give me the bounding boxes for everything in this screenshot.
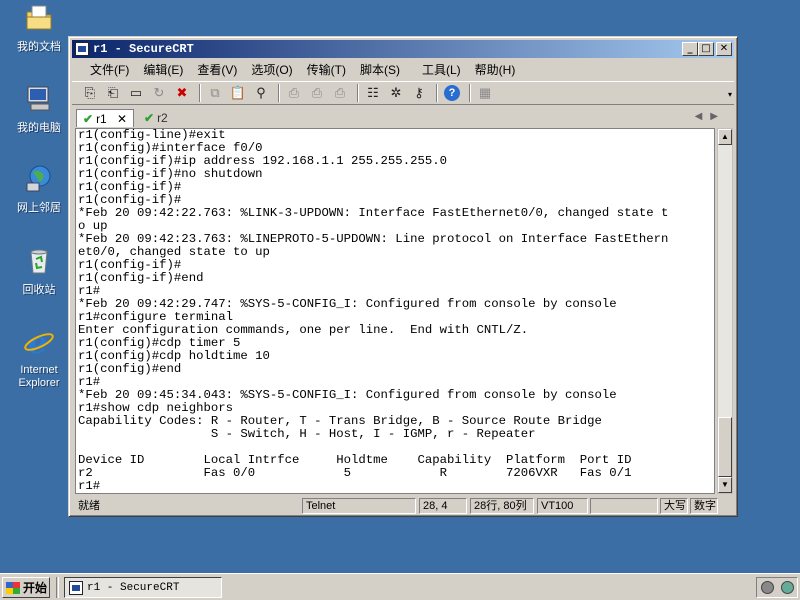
terminal-output: r1(config-line)#exit r1(config)#interface… (78, 129, 668, 493)
scroll-up-icon[interactable]: ▲ (718, 129, 732, 145)
toolbar-separator (436, 84, 438, 102)
find-icon[interactable]: ⚲ (251, 83, 271, 103)
toolbar: ⎘ ⎗ ▭ ↻ ✖ ⧉ 📋 ⚲ ⎙ ⎙ ⎙ ☷ ✲ ⚷ ? ▦ ▾ (72, 81, 734, 105)
maximize-button[interactable]: □ (698, 42, 714, 56)
tab-scroll-arrows[interactable]: ◀▶ (695, 111, 726, 122)
connected-check-icon: ✔ (83, 111, 94, 126)
title-bar[interactable]: r1 - SecureCRT _ □ ✕ (72, 40, 734, 58)
copy-icon[interactable]: ⧉ (205, 83, 225, 103)
connect-icon[interactable]: ⎘ (80, 83, 100, 103)
menu-script[interactable]: 脚本(S) (354, 61, 406, 78)
taskbar-button-label: r1 - SecureCRT (87, 581, 180, 594)
tab-r1[interactable]: ✔ r1 ✕ (76, 109, 134, 127)
tray-shield-icon[interactable] (760, 581, 774, 594)
desktop-icon-my-documents[interactable]: 我的文档 (8, 2, 70, 54)
desktop-icon-recycle-bin[interactable]: 回收站 (8, 245, 70, 297)
tab-r2[interactable]: ✔ r2 (138, 109, 174, 127)
menu-help[interactable]: 帮助(H) (469, 61, 522, 78)
terminal-scrollbar[interactable]: ▲ ▼ (717, 128, 733, 494)
status-ready: 就绪 (78, 500, 100, 512)
desktop-icon-my-computer[interactable]: 我的电脑 (8, 83, 70, 135)
status-cursor-position: 28, 4 (419, 498, 467, 514)
start-button[interactable]: 开始 (2, 577, 50, 598)
menu-view[interactable]: 查看(V) (191, 61, 243, 78)
menu-options[interactable]: 选项(O) (245, 61, 298, 78)
print-screen-icon[interactable]: ⎙ (284, 83, 304, 103)
terminal-line: S - Switch, H - Host, I - IGMP, r - Repe… (78, 427, 536, 441)
terminal-view[interactable]: r1(config-line)#exit r1(config)#interface… (75, 128, 715, 494)
session-tab-bar: ✔ r1 ✕ ✔ r2 ◀▶ (72, 107, 734, 127)
recycle-bin-icon (30, 249, 48, 274)
reconnect-icon[interactable]: ↻ (149, 83, 169, 103)
my-computer-icon (27, 86, 50, 111)
securecrt-window: r1 - SecureCRT _ □ ✕ 文件(F) 编辑(E) 查看(V) 选… (68, 36, 738, 517)
status-blank (590, 498, 658, 514)
terminal-line: r1# (78, 479, 101, 493)
desktop-icon-internet-explorer[interactable]: e Internet Explorer (8, 325, 70, 390)
terminal-line: r1(config-if)#end (78, 271, 204, 285)
scroll-down-icon[interactable]: ▼ (718, 477, 732, 493)
taskbar: 开始 r1 - SecureCRT (0, 573, 800, 600)
terminal-line: *Feb 20 09:42:22.763: %LINK-3-UPDOWN: In… (78, 206, 669, 220)
terminal-line: r2 Fas 0/0 5 R 7206VXR Fas 0/1 (78, 466, 632, 480)
desktop-icon-network-places[interactable]: 网上邻居 (8, 163, 70, 215)
taskbar-separator (56, 577, 59, 598)
desktop-icon-label: Internet Explorer (18, 364, 60, 389)
print-selection-icon[interactable]: ⎙ (307, 83, 327, 103)
toolbar-separator (469, 84, 471, 102)
connected-check-icon: ✔ (144, 111, 155, 125)
session-options-icon[interactable]: ☷ (363, 83, 383, 103)
toolbar-separator (278, 84, 280, 102)
quick-connect-icon[interactable]: ⎗ (103, 83, 123, 103)
window-title: r1 - SecureCRT (93, 42, 194, 56)
tab-label: r2 (157, 111, 168, 125)
status-bar: 就绪 Telnet 28, 4 28行, 80列 VT100 大写 数字 (72, 497, 734, 515)
network-places-icon (26, 165, 51, 192)
scrollbar-thumb[interactable] (718, 417, 732, 477)
minimize-button[interactable]: _ (682, 42, 698, 56)
disconnect-icon[interactable]: ✖ (172, 83, 192, 103)
global-options-icon[interactable]: ✲ (386, 83, 406, 103)
securecrt-app-icon (75, 42, 89, 56)
keymap-icon[interactable]: ⚷ (409, 83, 429, 103)
securecrt-app-icon (69, 580, 83, 595)
tray-network-icon[interactable] (780, 581, 794, 594)
toolbar-overflow-icon[interactable]: ▾ (728, 90, 732, 99)
menu-transfer[interactable]: 传输(T) (301, 61, 352, 78)
system-tray (756, 577, 798, 598)
internet-explorer-icon: e (24, 326, 54, 361)
status-terminal-size: 28行, 80列 (470, 498, 534, 514)
menu-bar: 文件(F) 编辑(E) 查看(V) 选项(O) 传输(T) 脚本(S) 工具(L… (72, 59, 734, 79)
toolbar-separator (357, 84, 359, 102)
taskbar-button-securecrt[interactable]: r1 - SecureCRT (64, 577, 222, 598)
status-emulation: VT100 (537, 498, 588, 514)
desktop-icon-label: 回收站 (22, 284, 56, 296)
desktop-icon-label: 网上邻居 (17, 202, 61, 214)
print-icon[interactable]: ⎙ (330, 83, 350, 103)
sftp-icon[interactable]: ▦ (475, 83, 495, 103)
connect-in-tab-icon[interactable]: ▭ (126, 83, 146, 103)
help-icon[interactable]: ? (442, 83, 462, 103)
start-label: 开始 (23, 581, 48, 595)
desktop-icon-label: 我的文档 (17, 41, 61, 53)
paste-icon[interactable]: 📋 (228, 83, 248, 103)
status-caps-lock: 大写 (660, 498, 688, 514)
menu-file[interactable]: 文件(F) (84, 61, 135, 78)
status-num-lock: 数字 (690, 498, 718, 514)
tab-close-icon[interactable]: ✕ (117, 112, 127, 126)
desktop-icon-label: 我的电脑 (17, 122, 61, 134)
toolbar-separator (199, 84, 201, 102)
tab-label: r1 (96, 111, 107, 126)
terminal-line: r1(config)#end (78, 362, 182, 376)
menu-tools[interactable]: 工具(L) (416, 61, 467, 78)
close-button[interactable]: ✕ (716, 42, 732, 56)
windows-logo-icon (6, 581, 20, 594)
menu-edit[interactable]: 编辑(E) (137, 61, 189, 78)
status-protocol: Telnet (302, 498, 416, 514)
my-documents-icon (26, 5, 52, 30)
